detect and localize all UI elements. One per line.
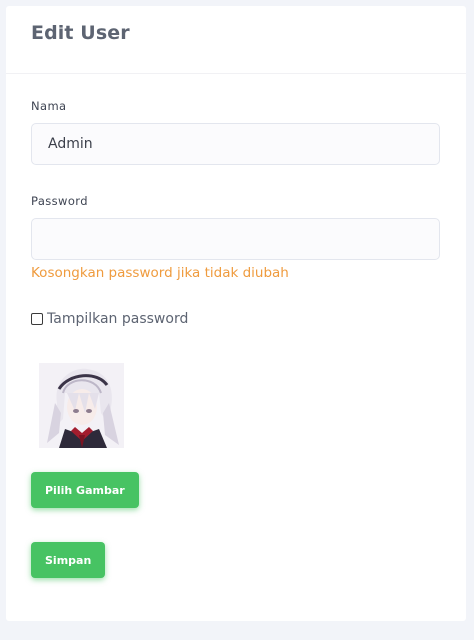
show-password-checkbox[interactable]: [31, 313, 43, 325]
card-header: Edit User: [6, 6, 466, 74]
password-hint: Kosongkan password jika tidak diubah: [31, 265, 289, 281]
avatar-illustration: [39, 363, 124, 448]
password-label: Password: [31, 194, 88, 208]
name-label: Nama: [31, 99, 67, 113]
name-input[interactable]: [31, 123, 440, 165]
show-password-row[interactable]: Tampilkan password: [31, 311, 188, 327]
avatar-image: [39, 363, 124, 448]
edit-user-card: Edit User Nama Password Kosongkan passwo…: [6, 6, 466, 621]
choose-image-button[interactable]: Pilih Gambar: [31, 472, 139, 508]
page-title: Edit User: [31, 22, 130, 44]
password-input[interactable]: [31, 218, 440, 260]
save-button[interactable]: Simpan: [31, 542, 106, 578]
show-password-label[interactable]: Tampilkan password: [47, 311, 188, 327]
